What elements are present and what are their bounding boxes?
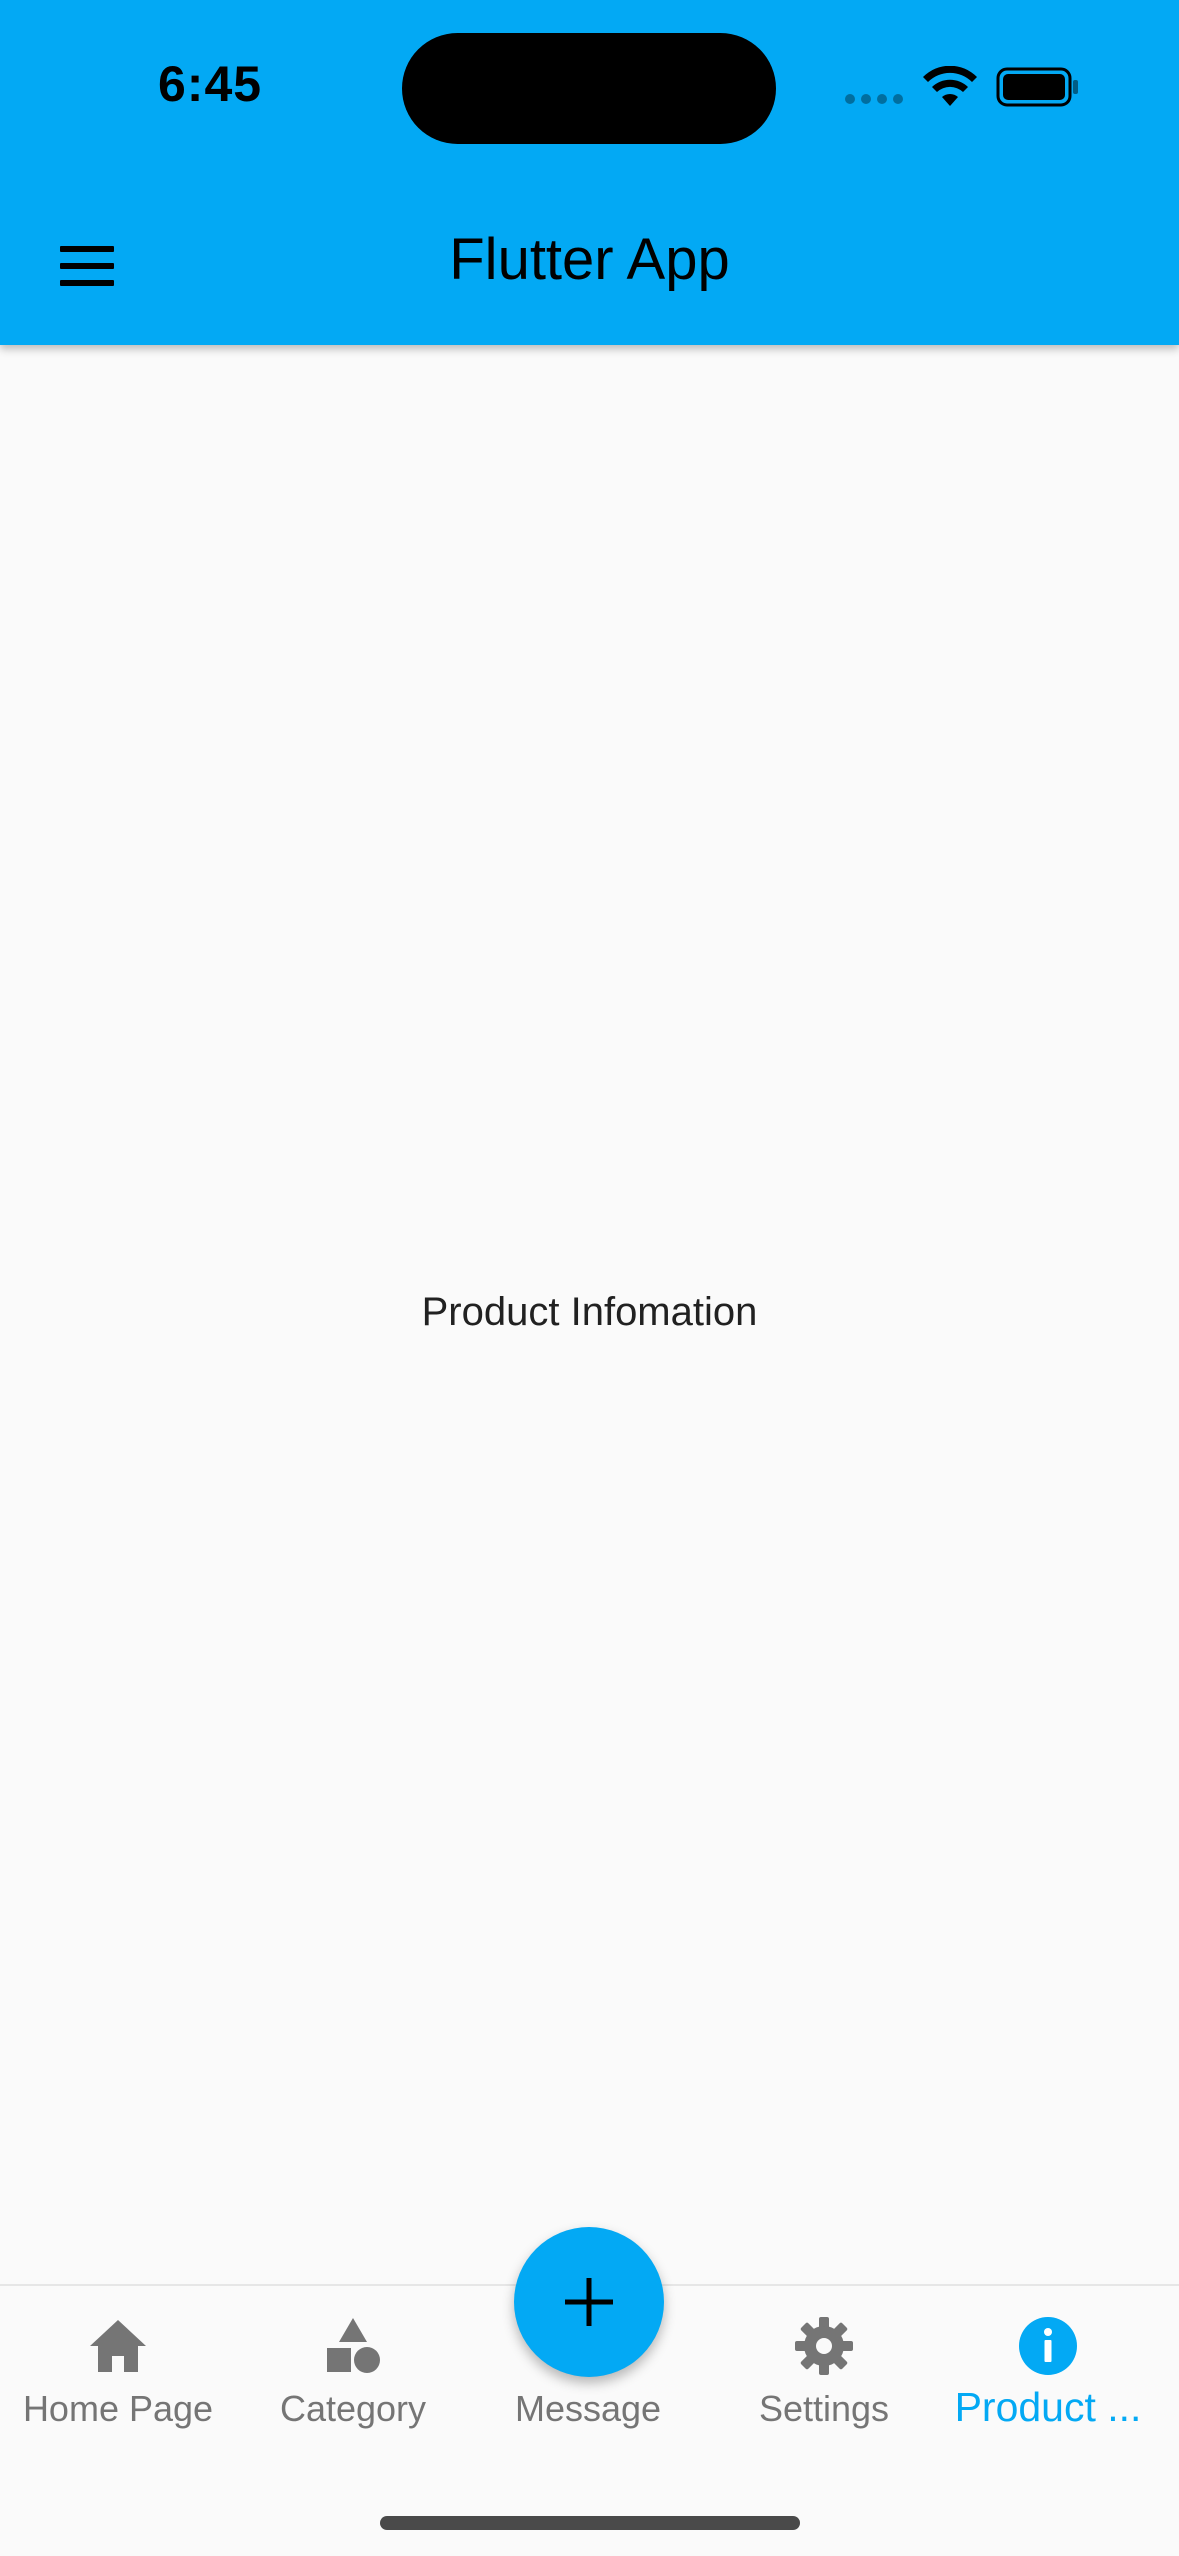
home-indicator[interactable]: [380, 2516, 800, 2530]
nav-item-product[interactable]: Product ...: [930, 2314, 1166, 2444]
nav-label-product: Product ...: [954, 2384, 1142, 2430]
nav-item-category[interactable]: Category: [235, 2314, 471, 2444]
nav-label-settings: Settings: [758, 2388, 890, 2429]
gear-icon: [795, 2317, 853, 2375]
app-title: Flutter App: [449, 227, 730, 292]
product-info-text: Product Infomation: [421, 1290, 758, 1334]
cellular-signal-icon: [845, 94, 903, 104]
nav-label-message: Message: [514, 2388, 662, 2429]
battery-icon: [996, 67, 1078, 107]
category-shapes-icon: [327, 2318, 380, 2373]
info-icon: [1019, 2317, 1077, 2375]
add-fab-button[interactable]: [514, 2227, 664, 2377]
plus-icon: [565, 2278, 613, 2326]
nav-label-home: Home Page: [22, 2388, 214, 2429]
status-time: 6:45: [158, 56, 263, 112]
wifi-icon: [923, 66, 977, 106]
home-icon: [90, 2320, 146, 2372]
app-bar: 6:45 Flutter App: [0, 0, 1179, 345]
dynamic-island: [402, 33, 776, 144]
nav-item-settings[interactable]: Settings: [706, 2314, 942, 2444]
nav-label-category: Category: [279, 2388, 427, 2429]
nav-item-home[interactable]: Home Page: [0, 2314, 236, 2444]
